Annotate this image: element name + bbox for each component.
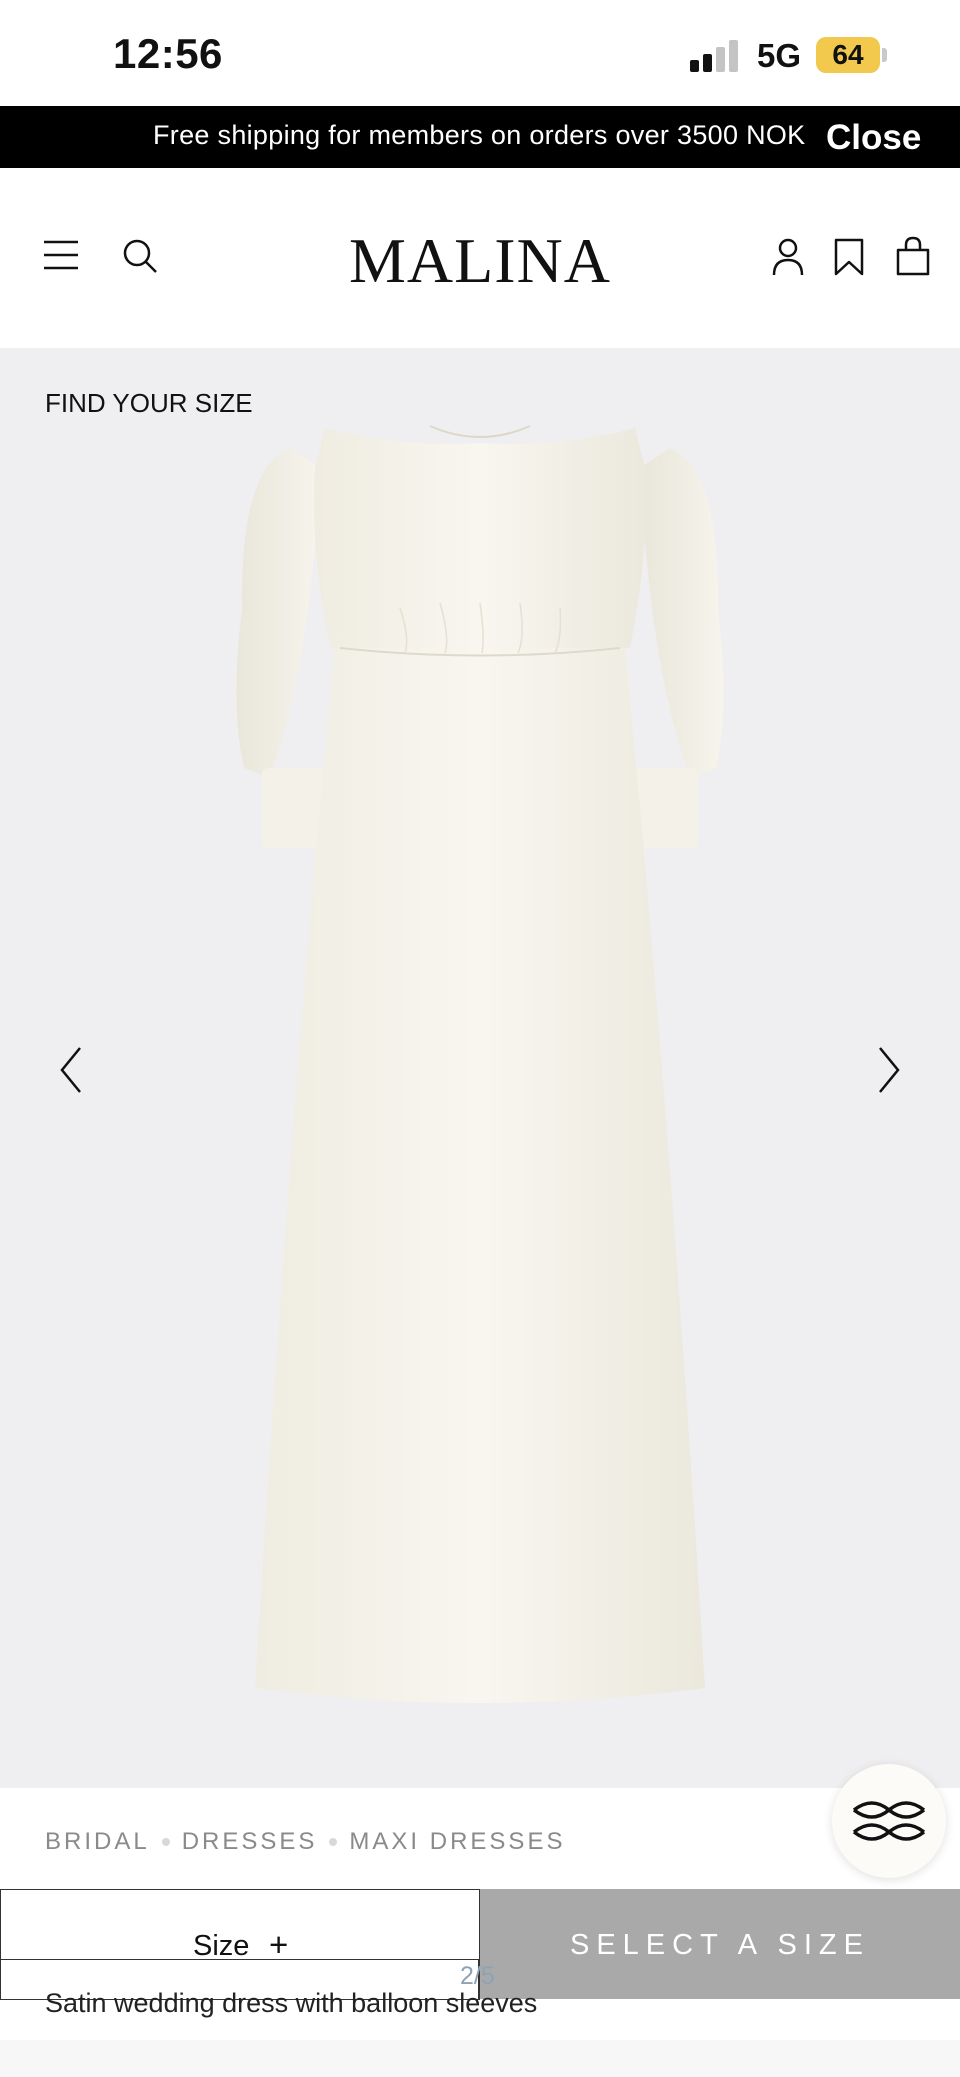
previous-image-arrow-icon[interactable] [50,1040,90,1100]
chat-button[interactable] [832,1764,946,1878]
site-logo[interactable]: MALINA [0,224,960,298]
next-image-arrow-icon[interactable] [870,1040,910,1100]
status-time: 12:56 [113,30,223,77]
network-label: 5G [757,37,802,74]
breadcrumb-separator [329,1838,338,1846]
site-header: MALINA [0,168,960,348]
bottom-bar [0,2040,960,2077]
bookmark-icon[interactable] [834,238,864,276]
breadcrumb-item-bridal[interactable]: BRIDAL [45,1828,150,1856]
image-pager-count: 2/5 [460,1962,495,1990]
product-image [236,425,724,1703]
account-icon[interactable] [772,238,804,276]
product-gallery[interactable]: FIND YOUR SIZE [0,348,960,1788]
breadcrumb-item-maxi-dresses[interactable]: MAXI DRESSES [349,1828,565,1856]
signal-icon [690,40,738,72]
promo-close-button[interactable]: Close [826,118,921,158]
select-size-button[interactable]: SELECT A SIZE [480,1889,960,1961]
breadcrumb-separator [161,1838,170,1846]
status-bar: 12:56 5G 64 [0,0,960,106]
pager-right-panel [480,1959,960,1999]
bag-icon[interactable] [896,236,930,276]
battery-icon: 64 [816,37,880,73]
breadcrumb: BRIDAL DRESSES MAXI DRESSES [45,1828,565,1856]
product-title: Satin wedding dress with balloon sleeves [45,1988,538,2018]
promo-bar: Free shipping for members on orders over… [0,106,960,168]
select-size-label: SELECT A SIZE [569,1929,870,1961]
promo-text: Free shipping for members on orders over… [153,120,806,150]
chat-logo-icon [852,1801,926,1841]
breadcrumb-item-dresses[interactable]: DRESSES [182,1828,318,1856]
battery-tip [882,48,887,62]
size-selector-button[interactable]: Size + [0,1889,480,1963]
